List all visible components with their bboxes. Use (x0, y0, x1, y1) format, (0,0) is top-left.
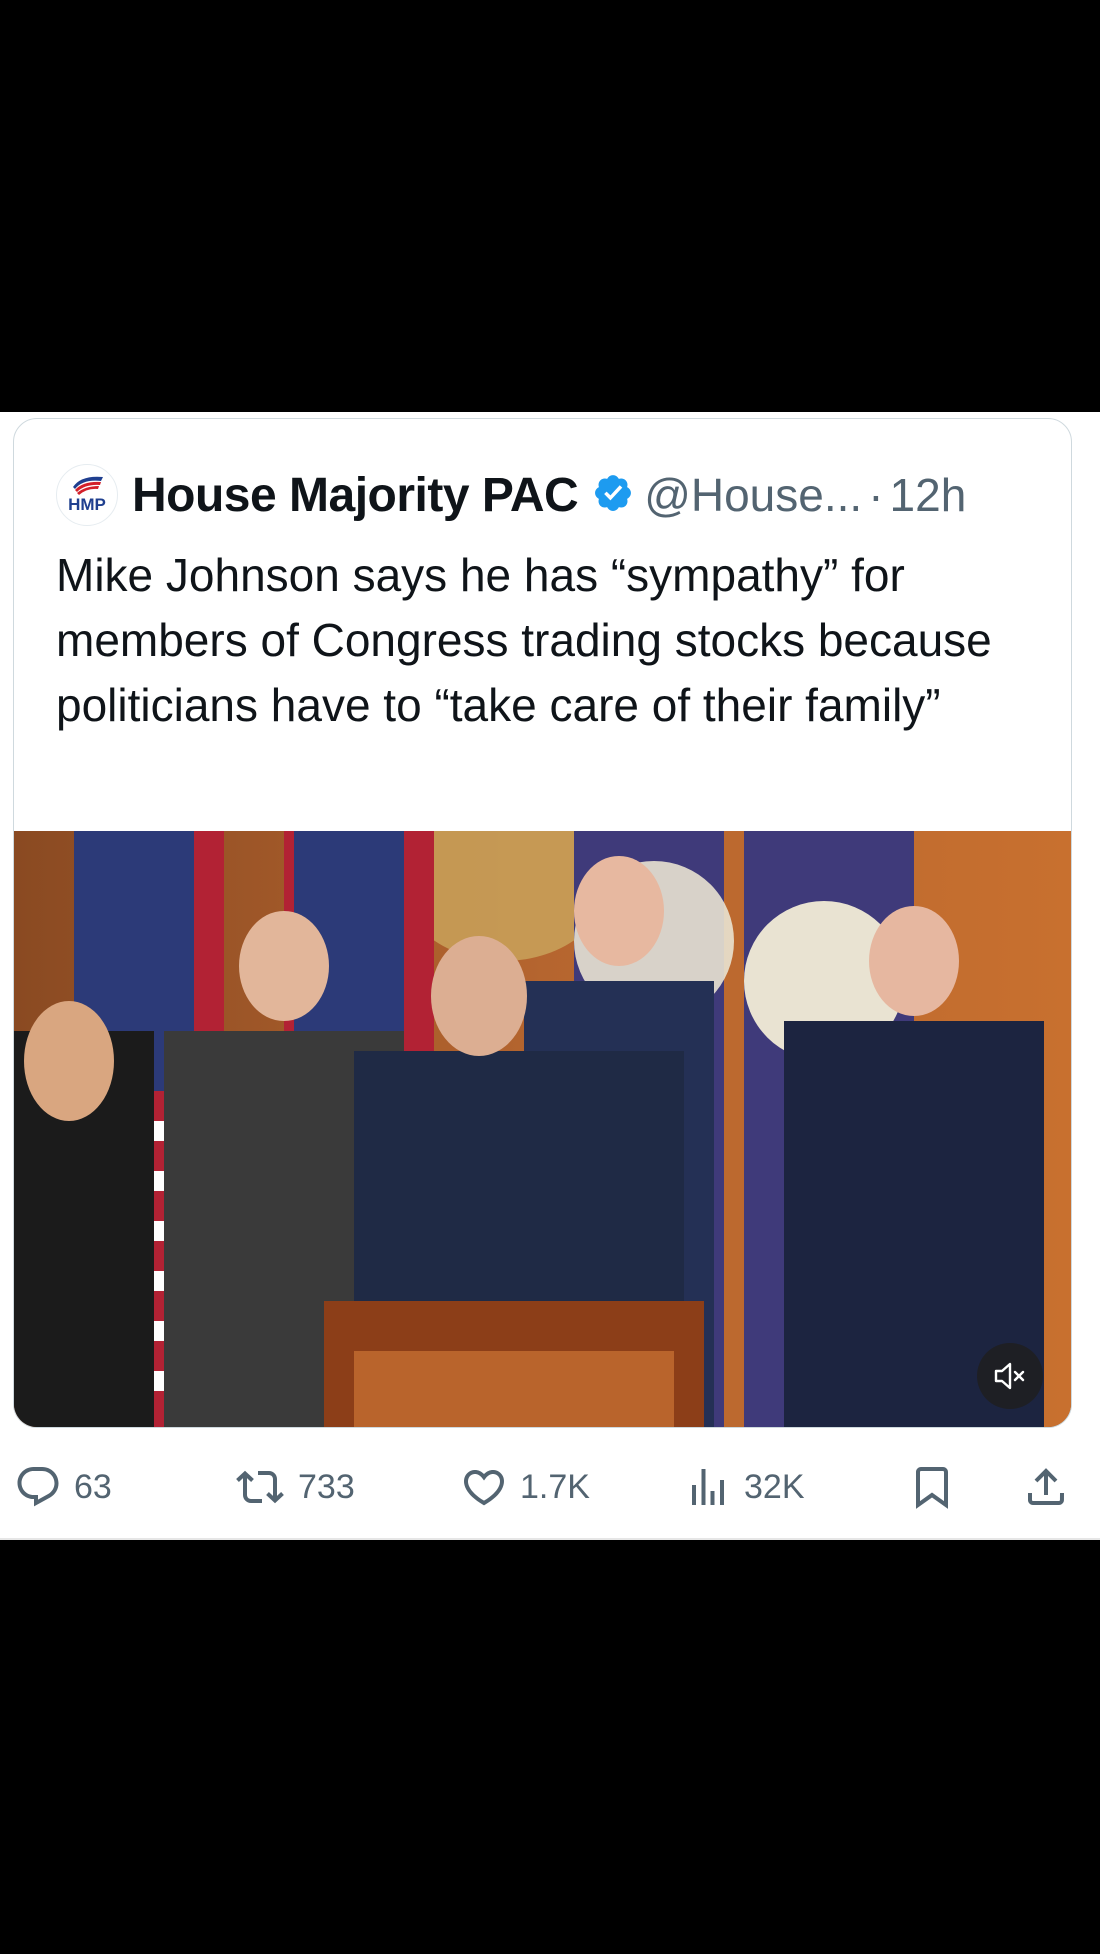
divider (0, 1538, 1100, 1540)
reply-count: 63 (74, 1467, 112, 1506)
repost-icon (236, 1470, 284, 1504)
video-media[interactable] (14, 831, 1071, 1427)
handle[interactable]: @House... (644, 468, 862, 522)
speaker-muted-icon (994, 1362, 1025, 1390)
repost-button[interactable]: 733 (234, 1462, 355, 1512)
press-conference-image (14, 831, 1071, 1427)
timestamp[interactable]: 12h (890, 468, 967, 522)
share-icon (1028, 1468, 1064, 1505)
view-count: 32K (744, 1467, 805, 1506)
analytics-icon (692, 1469, 724, 1505)
tweet-header: HMP House Majority PAC @House... · 12h (56, 464, 967, 526)
action-bar: 63 733 1.7K 32K (0, 1442, 1100, 1532)
quoted-tweet-card[interactable]: HMP House Majority PAC @House... · 12h M… (13, 418, 1072, 1428)
heart-icon (463, 1470, 505, 1506)
display-name[interactable]: House Majority PAC (132, 468, 579, 523)
repost-count: 733 (298, 1467, 355, 1506)
separator-dot: · (868, 469, 884, 521)
mute-button[interactable] (977, 1343, 1043, 1409)
reply-icon (17, 1467, 59, 1507)
avatar[interactable]: HMP (56, 464, 118, 526)
avatar-label: HMP (68, 495, 106, 514)
reply-button[interactable]: 63 (14, 1462, 112, 1512)
share-button[interactable] (1022, 1462, 1070, 1512)
views-button[interactable]: 32K (684, 1462, 805, 1512)
bookmark-icon (916, 1467, 948, 1509)
bookmark-button[interactable] (908, 1462, 956, 1512)
verified-badge-icon (592, 472, 634, 519)
tweet-text: Mike Johnson says he has “sympathy” for … (56, 549, 992, 731)
tweet-panel: HMP House Majority PAC @House... · 12h M… (0, 412, 1100, 1540)
like-count: 1.7K (520, 1467, 590, 1506)
like-button[interactable]: 1.7K (460, 1462, 590, 1512)
